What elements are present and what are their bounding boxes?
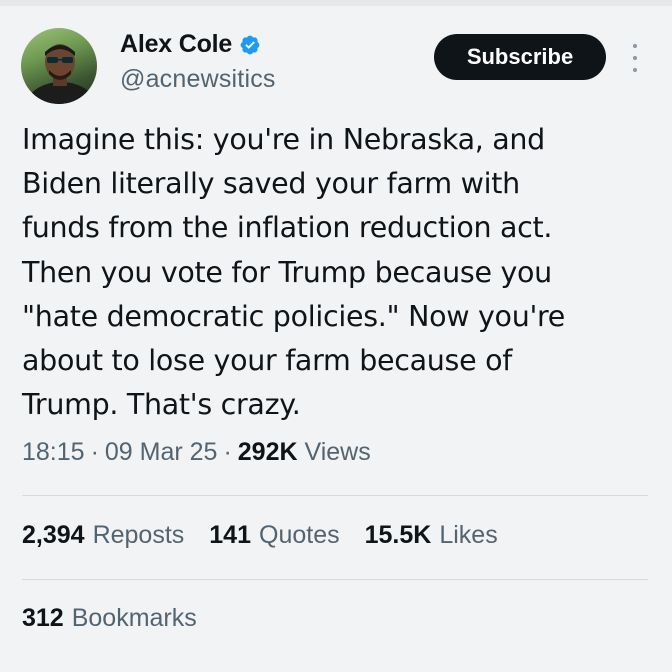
quotes-stat[interactable]: 141 Quotes <box>209 521 339 550</box>
likes-stat[interactable]: 15.5K Likes <box>365 521 498 550</box>
reposts-count: 2,394 <box>22 521 85 549</box>
meta-separator: · <box>90 438 99 466</box>
likes-count: 15.5K <box>364 521 432 549</box>
divider <box>22 579 648 580</box>
divider <box>22 495 648 496</box>
likes-label: Likes <box>439 521 498 549</box>
verified-badge-icon <box>240 35 260 54</box>
more-dot <box>633 44 637 48</box>
top-divider <box>0 0 672 6</box>
engagement-stats: 2,394 Reposts 141 Quotes 15.5K Likes <box>22 521 523 550</box>
reposts-stat[interactable]: 2,394 Reposts <box>22 521 184 550</box>
meta-separator: · <box>223 438 232 466</box>
tweet-meta: 18:15 · 09 Mar 25 · 292K Views <box>22 438 371 467</box>
avatar-image <box>25 44 97 104</box>
reposts-label: Reposts <box>92 521 185 549</box>
tweet-card: Alex Cole @acnewsitics Subscribe Imagine… <box>0 0 672 672</box>
tweet-text: Imagine this: you're in Nebraska, and Bi… <box>22 118 662 427</box>
bookmarks-count: 312 <box>22 604 64 632</box>
views-count: 292K <box>237 438 298 466</box>
more-vertical-icon[interactable] <box>625 44 645 72</box>
tweet-line: Biden literally saved your farm with <box>22 167 520 201</box>
bookmarks-stat[interactable]: 312 Bookmarks <box>22 604 197 633</box>
subscribe-button[interactable]: Subscribe <box>434 34 606 80</box>
tweet-date[interactable]: 09 Mar 25 <box>105 438 218 466</box>
tweet-line: about to lose your farm because of <box>22 344 512 378</box>
quotes-label: Quotes <box>259 521 340 549</box>
more-dot <box>633 56 637 60</box>
tweet-line: "hate democratic policies." Now you're <box>22 299 566 333</box>
tweet-line: Trump. That's crazy. <box>22 388 301 422</box>
views-label: Views <box>304 438 371 466</box>
tweet-line: Then you vote for Trump because you <box>22 255 552 289</box>
tweet-time[interactable]: 18:15 <box>22 438 85 466</box>
bookmarks-label: Bookmarks <box>71 604 197 632</box>
author-name[interactable]: Alex Cole <box>120 30 232 59</box>
tweet-line: Imagine this: you're in Nebraska, and <box>22 123 545 156</box>
avatar[interactable] <box>21 28 97 104</box>
author-row: Alex Cole <box>120 30 261 59</box>
more-dot <box>633 68 637 72</box>
author-handle[interactable]: @acnewsitics <box>120 65 276 94</box>
tweet-line: funds from the inflation reduction act. <box>22 211 553 245</box>
quotes-count: 141 <box>209 521 251 549</box>
